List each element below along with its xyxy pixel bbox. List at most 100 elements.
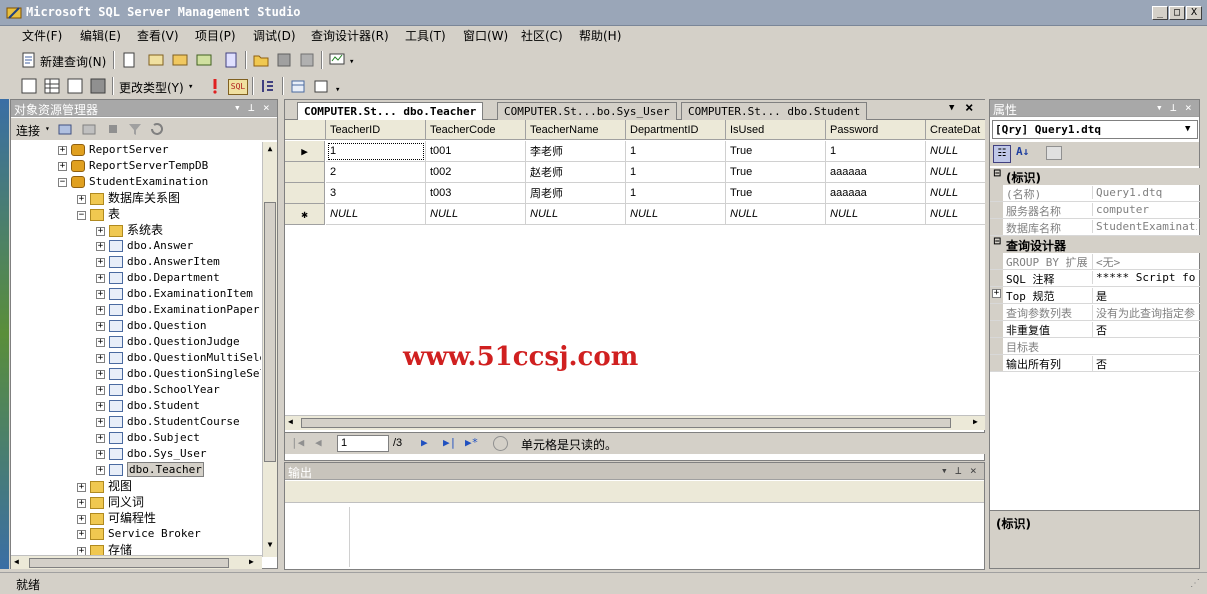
verify-sql-icon[interactable]: SQL	[228, 79, 248, 95]
refresh-icon[interactable]	[149, 121, 165, 137]
tree-node[interactable]: + dbo.SchoolYear	[96, 382, 220, 398]
grid-cell[interactable]: 1	[826, 141, 926, 162]
row-selector[interactable]: ▶	[285, 141, 325, 162]
tree-node[interactable]: + 视图	[77, 478, 132, 494]
tab-list-chevron-down-icon[interactable]: ▼	[949, 103, 954, 113]
property-value[interactable]: 没有为此查询指定参	[1092, 305, 1197, 321]
close-tab-icon[interactable]: ×	[965, 100, 973, 116]
collapse-icon[interactable]: −	[58, 177, 67, 187]
object-selector-dropdown[interactable]: [Qry] Query1.dtq ▼	[992, 120, 1198, 139]
open-file-icon[interactable]	[252, 51, 270, 69]
activity-monitor-icon[interactable]	[328, 51, 346, 69]
property-value[interactable]: ***** Script for S	[1092, 271, 1197, 284]
tree-node[interactable]: + 系统表	[96, 222, 163, 238]
grid-cell[interactable]: 2	[326, 162, 426, 183]
tree-node[interactable]: + dbo.ExaminationItem	[96, 286, 253, 302]
group-by-icon[interactable]	[259, 77, 277, 95]
close-panel-icon[interactable]: ×	[263, 101, 270, 114]
scroll-right-icon[interactable]: ▶	[973, 417, 978, 426]
scroll-right-icon[interactable]: ▶	[249, 557, 254, 566]
object-selector-chevron-down-icon[interactable]: ▼	[1185, 121, 1190, 138]
grid-cell[interactable]: NULL	[526, 204, 626, 225]
expand-icon[interactable]: +	[96, 226, 105, 236]
column-header[interactable]: Password	[826, 120, 926, 140]
analysis-query-icon[interactable]	[171, 51, 189, 69]
column-header[interactable]: IsUsed	[726, 120, 826, 140]
close-panel-icon[interactable]: ×	[1185, 101, 1192, 114]
grid-cell[interactable]: NULL	[426, 204, 526, 225]
expand-icon[interactable]: +	[96, 353, 105, 363]
minimize-button[interactable]: _	[1152, 6, 1168, 20]
property-value[interactable]: <无>	[1092, 254, 1197, 270]
property-value[interactable]: StudentExamination	[1092, 220, 1197, 233]
show-sql-pane-icon[interactable]	[66, 77, 84, 95]
property-pages-icon[interactable]	[1046, 146, 1062, 160]
new-query-button[interactable]: 新建查询(N)	[40, 53, 106, 70]
property-value[interactable]: 否	[1092, 322, 1197, 338]
grid-h-scroll-thumb[interactable]	[301, 418, 951, 428]
property-value[interactable]: 是	[1092, 288, 1197, 304]
grid-cell[interactable]: aaaaaa	[826, 162, 926, 183]
tree-node[interactable]: − StudentExamination	[58, 174, 208, 190]
object-explorer-tree[interactable]: + ReportServer + ReportServerTempDB − Student…	[11, 142, 261, 557]
add-table-icon[interactable]	[289, 77, 307, 95]
current-record-input[interactable]: 1	[337, 435, 389, 452]
property-row[interactable]: 数据库名称 StudentExamination	[990, 219, 1200, 236]
collapse-icon[interactable]: −	[77, 210, 86, 220]
column-header[interactable]: CreateDat	[926, 120, 985, 140]
categorized-icon[interactable]: ☷	[993, 145, 1011, 163]
menu-file[interactable]: 文件(F)	[22, 28, 62, 45]
tree-node[interactable]: + dbo.QuestionJudge	[96, 334, 240, 350]
scroll-left-icon[interactable]: ◀	[288, 417, 293, 426]
expand-icon[interactable]: +	[77, 194, 86, 204]
menu-debug[interactable]: 调试(D)	[253, 28, 296, 45]
grid-cell[interactable]: True	[726, 162, 826, 183]
change-type-dropdown[interactable]: 更改类型(Y)	[119, 79, 184, 96]
row-selector[interactable]	[285, 162, 325, 183]
tab-sys-user[interactable]: COMPUTER.St...bo.Sys_User	[497, 102, 677, 120]
results-grid[interactable]: TeacherID TeacherCode TeacherName Departmen…	[285, 120, 985, 420]
grid-corner[interactable]	[285, 120, 326, 140]
next-record-icon[interactable]: ▶	[421, 436, 428, 449]
grid-cell[interactable]: 李老师	[526, 141, 626, 162]
save-all-icon[interactable]	[298, 51, 316, 69]
new-file-icon[interactable]	[120, 51, 138, 69]
grid-cell[interactable]: True	[726, 141, 826, 162]
connect-chevron-down-icon[interactable]: ▾	[45, 124, 50, 133]
scroll-left-icon[interactable]: ◀	[14, 557, 19, 566]
tree-node[interactable]: + dbo.AnswerItem	[96, 254, 220, 270]
expand-icon[interactable]: +	[96, 433, 105, 443]
grid-cell[interactable]: t002	[426, 162, 526, 183]
resize-grip-icon[interactable]: ⋰	[1190, 578, 1200, 589]
expand-icon[interactable]: +	[96, 273, 105, 283]
expand-icon[interactable]: +	[96, 417, 105, 427]
connect-object-icon[interactable]	[57, 121, 73, 137]
h-scroll-thumb[interactable]	[29, 558, 229, 568]
property-category[interactable]: ⊟ (标识)	[990, 168, 1200, 185]
grid-cell[interactable]: 1	[326, 141, 426, 162]
expand-icon[interactable]: +	[96, 321, 105, 331]
alphabetical-sort-icon[interactable]: A↓	[1016, 145, 1029, 158]
grid-cell[interactable]: 3	[326, 183, 426, 204]
tree-node[interactable]: + 同义词	[77, 494, 144, 510]
row-selector[interactable]: ✱	[285, 204, 325, 225]
tree-node[interactable]: + dbo.ExaminationPaper	[96, 302, 259, 318]
column-header[interactable]: TeacherID	[326, 120, 426, 140]
grid-cell[interactable]: 1	[626, 183, 726, 204]
expand-icon[interactable]: +	[96, 289, 105, 299]
menu-view[interactable]: 查看(V)	[137, 28, 179, 45]
property-row[interactable]: SQL 注释 ***** Script for S	[990, 270, 1200, 287]
menu-tools[interactable]: 工具(T)	[405, 28, 446, 45]
menu-help[interactable]: 帮助(H)	[579, 28, 621, 45]
property-value[interactable]: computer	[1092, 203, 1197, 216]
show-results-pane-icon[interactable]	[89, 77, 107, 95]
row-selector[interactable]	[285, 183, 325, 204]
panel-dropdown-icon[interactable]: ▾	[1156, 101, 1163, 114]
database-engine-query-icon[interactable]	[147, 51, 165, 69]
toolbar-overflow-icon[interactable]: ▾	[349, 57, 354, 67]
toolbar-overflow-icon[interactable]: ▾	[335, 85, 340, 95]
expand-icon[interactable]: +	[58, 161, 67, 171]
save-icon[interactable]	[275, 51, 293, 69]
property-row[interactable]: 服务器名称 computer	[990, 202, 1200, 219]
last-record-icon[interactable]: ▶|	[443, 436, 456, 449]
